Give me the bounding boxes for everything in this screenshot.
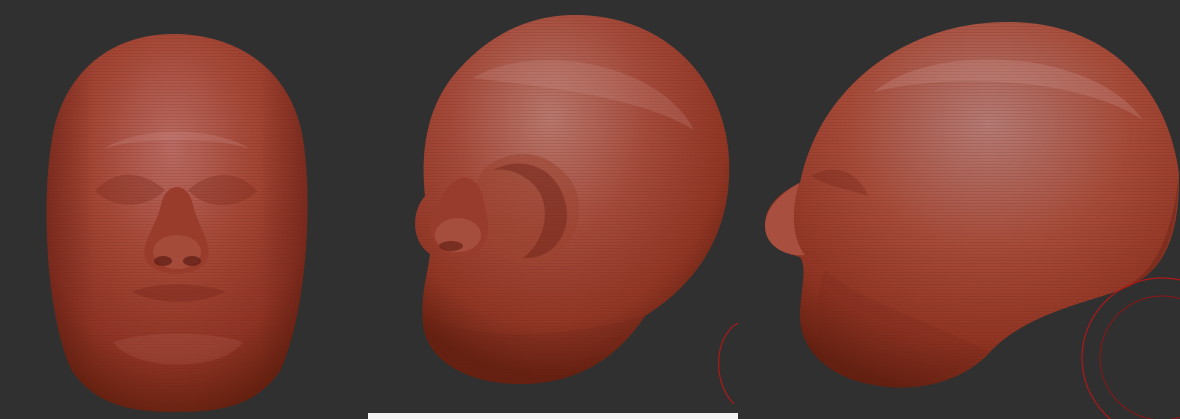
sculpt-scene[interactable] [0, 0, 1180, 419]
front-right-nostril [183, 256, 201, 266]
horizontal-scrollbar[interactable] [368, 413, 738, 419]
three-quarter-nostril [439, 241, 463, 251]
front-left-nostril [154, 256, 172, 266]
sculpt-viewport[interactable] [0, 0, 1180, 419]
front-head-model[interactable] [46, 33, 308, 413]
